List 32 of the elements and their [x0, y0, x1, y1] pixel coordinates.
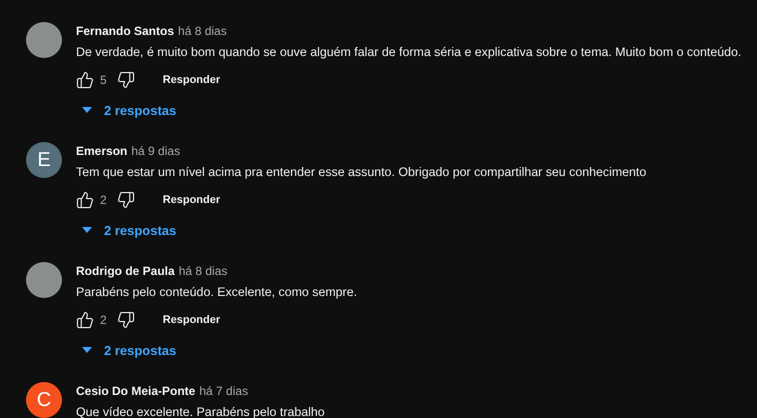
caret-icon [82, 107, 92, 113]
author-name[interactable]: Emerson [76, 142, 128, 160]
caret-icon [82, 227, 92, 233]
replies-toggle[interactable]: 2 respostas [76, 336, 176, 364]
author-name[interactable]: Cesio Do Meia-Ponte [76, 382, 196, 400]
comment-text: Parabéns pelo conteúdo. Excelente, como sempre. [76, 284, 358, 301]
replies-toggle[interactable]: 2 respostas [76, 96, 176, 124]
comment-time[interactable]: há 9 dias [131, 142, 180, 160]
thumbs-down-icon[interactable] [116, 311, 135, 329]
like-count: 2 [100, 313, 107, 327]
thumbs-down-icon[interactable] [116, 191, 135, 209]
comment-time[interactable]: há 8 dias [178, 22, 227, 40]
like-count: 5 [100, 73, 107, 87]
thumbs-up-icon[interactable] [76, 71, 94, 89]
author-name[interactable]: Fernando Santos [76, 22, 174, 40]
like-count: 2 [100, 193, 107, 207]
comment-time[interactable]: há 8 dias [178, 262, 228, 280]
thumbs-up-icon[interactable] [76, 191, 94, 209]
reply-button[interactable]: Responder [158, 68, 224, 92]
caret-icon [82, 347, 92, 353]
letter-avatar[interactable]: E [26, 142, 62, 178]
reply-button[interactable]: Responder [158, 308, 224, 332]
avatar-photo-placeholder[interactable] [26, 22, 62, 58]
comment-time[interactable]: há 7 dias [199, 382, 248, 400]
comment-text: Tem que estar um nível acima pra entender esse assunto. Obrigado por compartilhar seu conhecimento [76, 164, 646, 181]
replies-toggle[interactable]: 2 respostas [76, 216, 176, 244]
avatar-photo-placeholder[interactable] [26, 262, 62, 298]
thumbs-down-icon[interactable] [116, 71, 135, 89]
thumbs-up-icon[interactable] [76, 311, 94, 329]
comment-text: De verdade, é muito bom quando se ouve alguém falar de forma séria e explicativa sobre o tema. Muito bom o conteúdo. [76, 44, 742, 61]
reply-button[interactable]: Responder [158, 188, 224, 212]
author-name[interactable]: Rodrigo de Paula [76, 262, 175, 280]
